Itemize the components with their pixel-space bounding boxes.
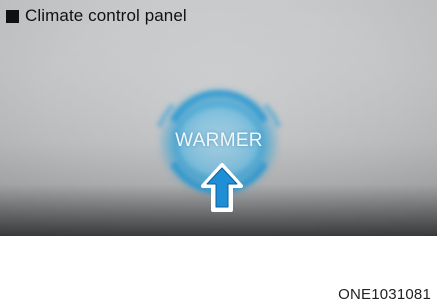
page: Climate control panel WARMER ONE1031081 [0,0,437,307]
climate-panel-photo: Climate control panel WARMER [0,0,437,236]
black-square-icon [6,9,19,23]
figure-caption: Climate control panel [6,6,187,26]
up-arrow-icon [201,163,243,212]
caption-text: Climate control panel [25,6,187,25]
figure-code: ONE1031081 [338,286,431,303]
warmer-label: WARMER [175,130,263,151]
